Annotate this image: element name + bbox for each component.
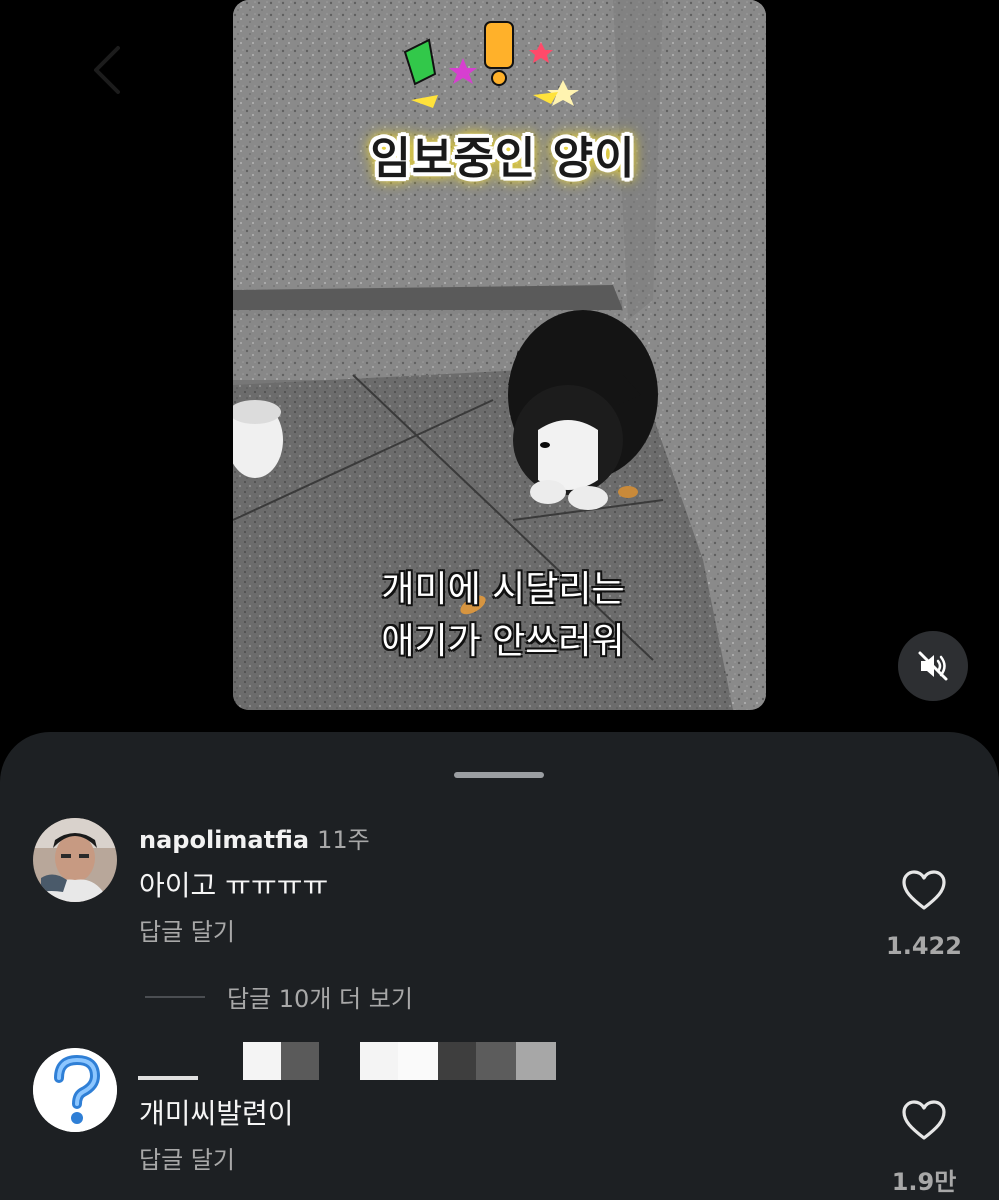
video-title-sticker: 임보중인 양이 [370,133,636,184]
video-player[interactable]: 임보중인 양이 개미에 시달리는 애기가 안쓰러워 [233,0,766,710]
comment-text: 아이고 ㅠㅠㅠㅠ [139,869,329,902]
sheet-grabber[interactable] [454,772,544,778]
heart-outline-icon [902,870,946,910]
comments-sheet: napolimatfia 11주 아이고 ㅠㅠㅠㅠ 답글 달기 1.422 답글 … [0,732,999,1200]
reels-screen: 임보중인 양이 개미에 시달리는 애기가 안쓰러워 napolimatfia 1… [0,0,999,1200]
username-text[interactable]: napolimatfia [139,826,309,854]
like-count: 1.9만 [891,1168,957,1196]
comment-time: 11주 [317,826,370,854]
like-button[interactable] [901,869,947,915]
heart-outline-icon [902,1100,946,1140]
reply-button[interactable]: 답글 달기 [139,1140,235,1175]
comment-text: 개미씨발련이 [139,1097,294,1130]
question-mark-avatar-icon [33,1048,117,1132]
like-button[interactable] [901,1099,947,1145]
comment-username[interactable]: napolimatfia 11주 [139,820,370,855]
avatar[interactable] [33,818,117,902]
reply-button[interactable]: 답글 달기 [139,912,235,947]
avatar[interactable] [33,1048,117,1132]
chevron-left-icon [94,46,120,94]
redacted-username [138,1038,568,1082]
video-caption-line1: 개미에 시달리는 [381,569,625,610]
speaker-muted-icon [918,651,948,681]
video-caption-line2: 애기가 안쓰러워 [381,621,625,662]
mute-button[interactable] [898,631,968,701]
divider-line [145,995,205,998]
view-more-replies-label: 답글 10개 더 보기 [227,985,413,1013]
user-avatar-photo [33,818,117,902]
back-button[interactable] [84,40,134,100]
view-more-replies-button[interactable]: 답글 10개 더 보기 [145,979,413,1014]
like-count: 1.422 [886,932,962,960]
